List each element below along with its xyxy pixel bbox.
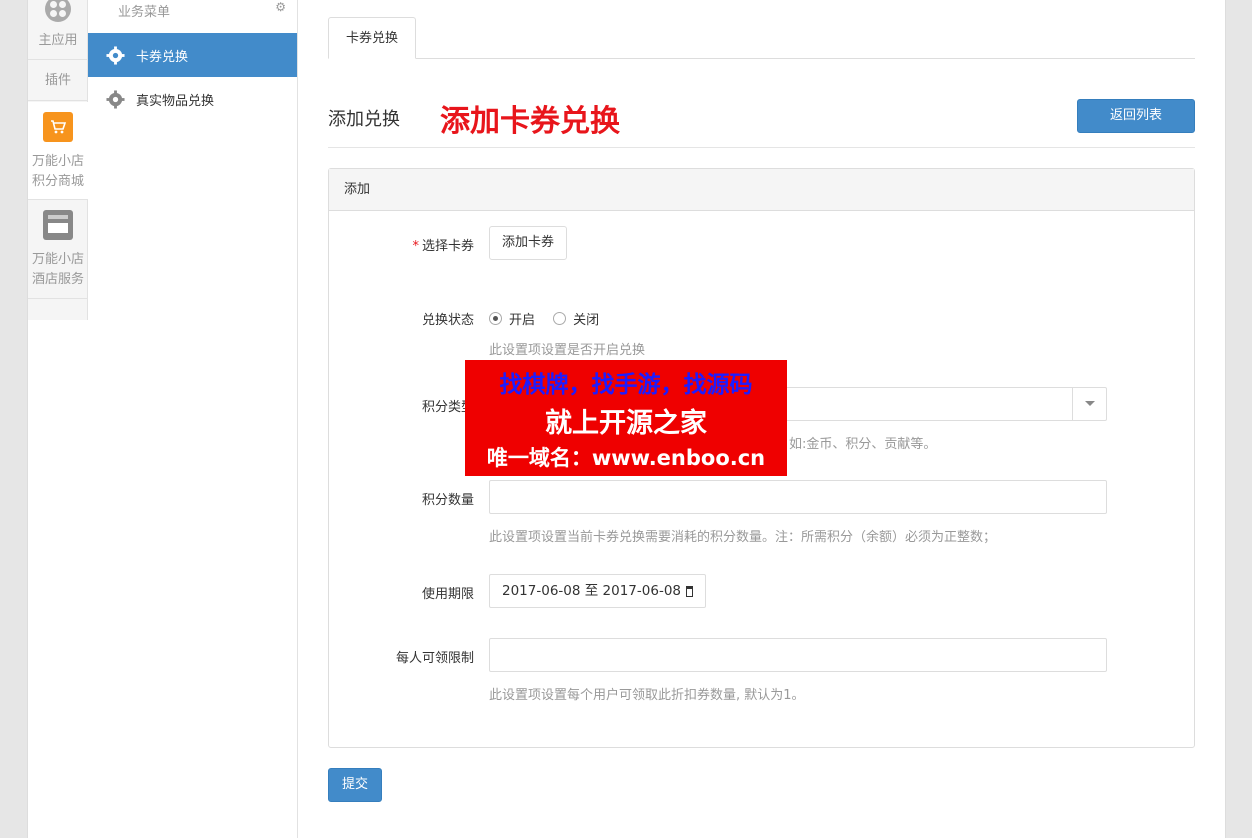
calendar-icon <box>686 585 693 597</box>
back-to-list-button[interactable]: 返回列表 <box>1077 99 1195 133</box>
tab-card-exchange[interactable]: 卡券兑换 <box>328 17 416 59</box>
credit-amount-label: 积分数量 <box>421 493 474 508</box>
menu-item-real-goods-exchange[interactable]: 真实物品兑换 <box>88 77 297 121</box>
credit-amount-input[interactable] <box>489 480 1107 514</box>
gear-icon <box>106 45 125 65</box>
credit-type-label: 积分类型 <box>421 400 474 415</box>
menu-item-card-exchange[interactable]: 卡券兑换 <box>88 33 297 77</box>
business-menu-title: 业务菜单 <box>118 5 171 20</box>
watermark-line-1: 找棋牌，找手游，找源码 <box>499 372 753 398</box>
validity-label: 使用期限 <box>421 587 474 602</box>
chevron-down-icon <box>1085 401 1095 406</box>
rail-hotel-service-label: 万能小店 酒店服务 <box>31 252 84 287</box>
per-user-limit-help: 此设置项设置每个用户可领取此折扣券数量, 默认为1。 <box>489 688 805 703</box>
app-rail: 主应用 插件 万能小店 积分商城 万能小店 酒店服务 <box>28 0 88 320</box>
credit-type-help: 如:金币、积分、贡献等。 <box>789 437 937 452</box>
rail-points-mall-label: 万能小店 积分商城 <box>31 154 84 189</box>
page-highlight-title: 添加卡券兑换 <box>440 104 620 139</box>
business-menu: 业务菜单 ⚙ 卡券兑换 真实物品兑换 <box>88 0 298 838</box>
status-off-radio[interactable]: 关闭 <box>553 309 599 328</box>
per-user-limit-label: 每人可领限制 <box>395 651 474 666</box>
hotel-icon <box>43 210 73 240</box>
menu-item-label: 卡券兑换 <box>136 49 189 65</box>
page-heading: 添加兑换 添加卡券兑换 返回列表 <box>328 99 1195 148</box>
watermark-line-3: 唯一域名：www.enboo.cn <box>486 446 766 470</box>
submit-button[interactable]: 提交 <box>328 768 382 802</box>
rail-hotel-service[interactable]: 万能小店 酒店服务 <box>28 201 88 299</box>
menu-item-label: 真实物品兑换 <box>136 93 215 109</box>
status-on-radio[interactable]: 开启 <box>489 309 535 328</box>
panel-title: 添加 <box>329 169 1194 211</box>
settings-gear-icon[interactable]: ⚙ <box>275 0 286 14</box>
watermark-line-2: 就上开源之家 <box>545 408 707 439</box>
per-user-limit-input[interactable] <box>489 638 1107 672</box>
shopping-cart-icon <box>43 112 73 142</box>
rail-points-mall[interactable]: 万能小店 积分商城 <box>28 102 88 200</box>
gear-icon <box>106 89 125 109</box>
card-label: * 选择卡券 <box>412 239 474 254</box>
apps-grid-icon <box>45 0 71 22</box>
business-menu-header: 业务菜单 ⚙ <box>88 0 298 22</box>
page-title: 添加兑换 <box>328 109 400 130</box>
validity-date-range-picker[interactable]: 2017-06-08 至 2017-06-08 <box>489 574 706 608</box>
watermark-banner: 找棋牌，找手游，找源码 就上开源之家 唯一域名：www.enboo.cn <box>465 360 787 476</box>
rail-plugins-header: 插件 <box>28 61 88 101</box>
radio-unchecked-icon <box>553 312 567 325</box>
tab-bar: 卡券兑换 <box>328 17 1195 59</box>
add-card-button[interactable]: 添加卡券 <box>489 226 568 260</box>
status-help: 此设置项设置是否开启兑换 <box>489 343 646 358</box>
status-label: 兑换状态 <box>421 313 474 328</box>
credit-amount-help: 此设置项设置当前卡券兑换需要消耗的积分数量。注：所需积分（余额）必须为正整数； <box>489 530 997 545</box>
rail-main-apps[interactable]: 主应用 <box>28 0 88 60</box>
rail-main-apps-label: 主应用 <box>38 33 78 48</box>
radio-checked-icon <box>489 312 502 325</box>
